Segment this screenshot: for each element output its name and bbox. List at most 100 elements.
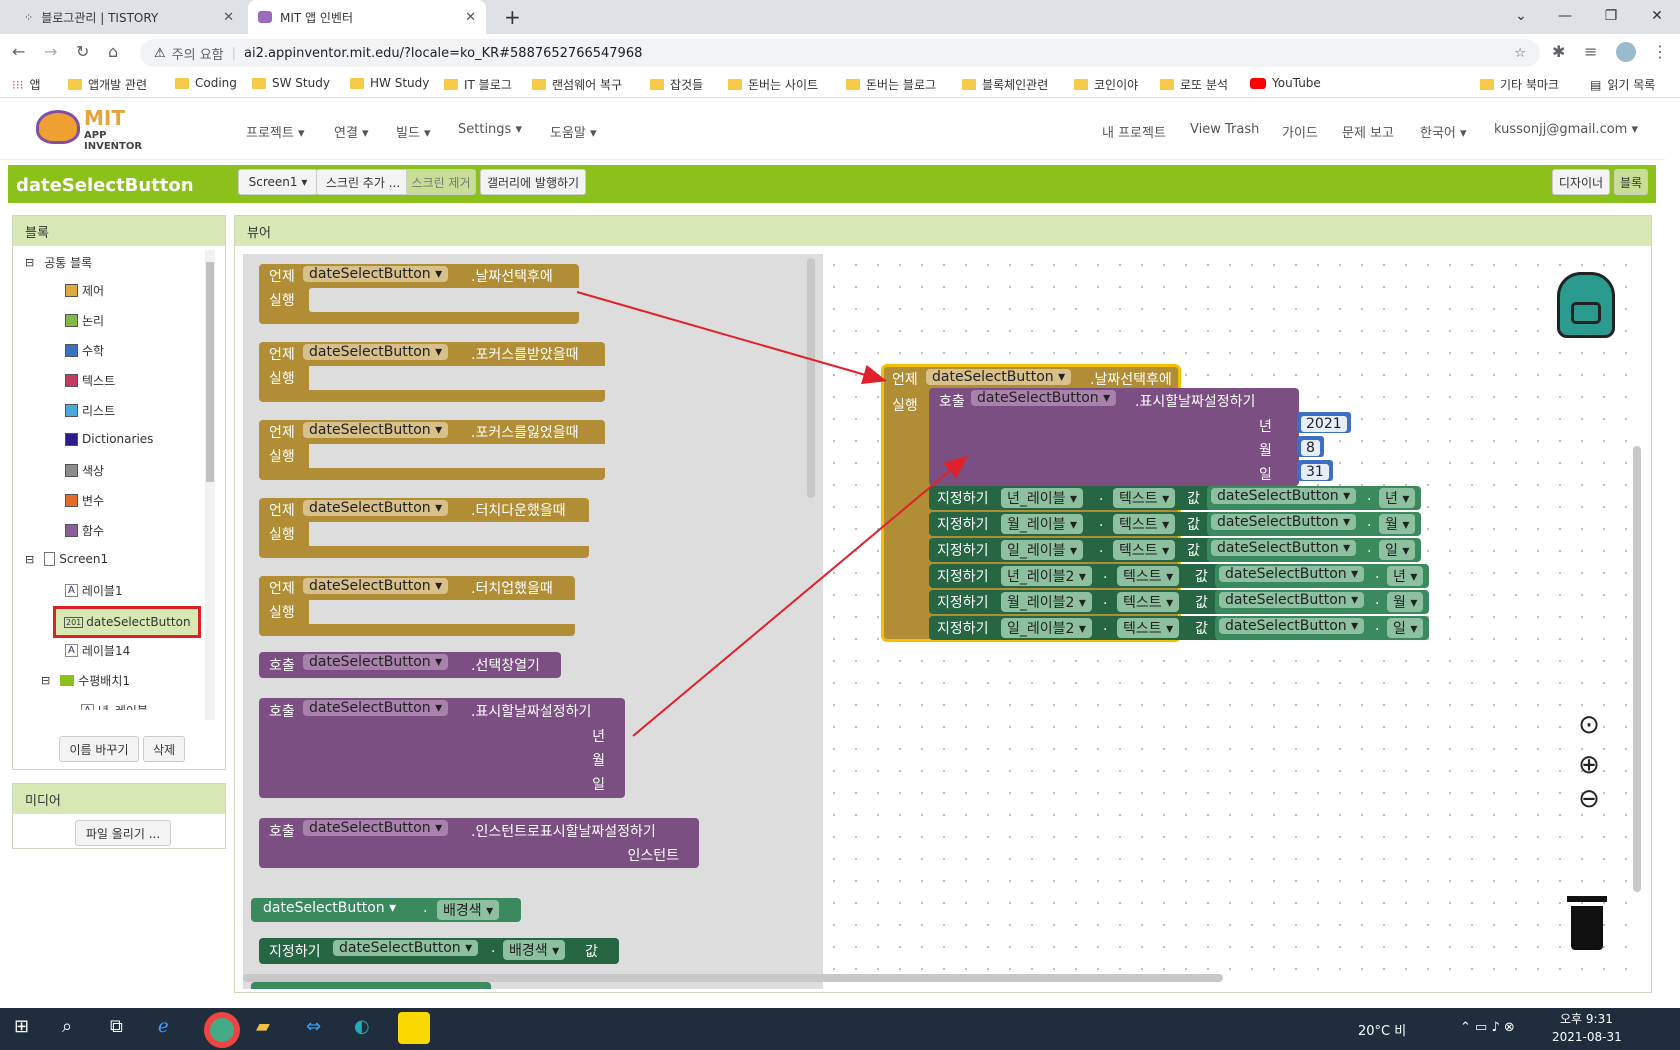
setter-bgcolor-block[interactable]: 지정하기 dateSelectButton ▾ . 배경색 ▾ 값 bbox=[259, 938, 619, 964]
collapse-icon[interactable]: ⊟ bbox=[41, 674, 50, 687]
workspace-setter-row[interactable]: 지정하기 년_레이블 ▾. 텍스트 ▾ 값 bbox=[929, 486, 1215, 510]
menu-help[interactable]: 도움말 ▾ bbox=[550, 122, 597, 141]
bookmark-reading-list[interactable]: ▤ 읽기 목록 bbox=[1590, 76, 1655, 93]
home-icon[interactable]: ⌂ bbox=[108, 42, 118, 61]
bookmark-youtube[interactable]: YouTube bbox=[1250, 76, 1321, 90]
workspace-setter-row[interactable]: 지정하기 년_레이블2 ▾. 텍스트 ▾ 값 bbox=[929, 564, 1221, 588]
address-bar[interactable]: ⚠ 주의 요함 | ai2.appinventor.mit.edu/?local… bbox=[140, 39, 1540, 67]
property-dropdown[interactable]: 텍스트 ▾ bbox=[1117, 618, 1180, 638]
workspace-setter-row[interactable]: 지정하기 일_레이블2 ▾. 텍스트 ▾ 값 bbox=[929, 616, 1221, 640]
file-explorer-icon[interactable]: ▰ bbox=[256, 1016, 270, 1037]
tab-appinventor[interactable]: MIT 앱 인벤터 ✕ bbox=[248, 0, 486, 34]
chrome-icon[interactable] bbox=[204, 1012, 240, 1048]
category-dictionaries[interactable]: Dictionaries bbox=[65, 432, 153, 446]
menu-icon[interactable]: ⋮ bbox=[1652, 42, 1668, 61]
forward-icon[interactable]: → bbox=[44, 42, 57, 61]
menu-guide[interactable]: 가이드 bbox=[1282, 122, 1318, 141]
menu-build[interactable]: 빌드 ▾ bbox=[396, 122, 431, 141]
month-number-block[interactable]: 8 bbox=[1297, 436, 1324, 457]
bookmark-folder[interactable]: 로또 분석 bbox=[1160, 76, 1228, 93]
workspace-getter-block[interactable]: dateSelectButton ▾. 일 ▾ bbox=[1215, 616, 1429, 640]
bookmark-folder[interactable]: SW Study bbox=[252, 76, 330, 90]
call-set-date-block[interactable]: 호출 dateSelectButton ▾ .표시할날짜설정하기 년 월 일 bbox=[259, 698, 625, 798]
category-variables[interactable]: 변수 bbox=[65, 492, 104, 509]
menu-project[interactable]: 프로젝트 ▾ bbox=[246, 122, 305, 141]
year-number-block[interactable]: 2021 bbox=[1297, 412, 1351, 433]
add-screen-button[interactable]: 스크린 추가 ... bbox=[316, 169, 410, 195]
rename-button[interactable]: 이름 바꾸기 bbox=[59, 736, 139, 762]
component-dropdown[interactable]: dateSelectButton ▾ bbox=[1219, 592, 1365, 608]
component-dropdown[interactable]: dateSelectButton ▾ bbox=[303, 578, 449, 594]
event-block-touch-up[interactable]: 언제 dateSelectButton ▾ .터치업했을때 실행 bbox=[259, 576, 575, 636]
component-dropdown[interactable]: dateSelectButton ▾ bbox=[971, 390, 1117, 406]
getter-field-dropdown[interactable]: 년 ▾ bbox=[1387, 566, 1424, 586]
category-procedures[interactable]: 함수 bbox=[65, 522, 104, 539]
component-dropdown[interactable]: dateSelectButton ▾ bbox=[926, 369, 1072, 385]
day-number-block[interactable]: 31 bbox=[1297, 460, 1333, 481]
tree-label1[interactable]: A 레이블1 bbox=[65, 582, 123, 599]
tree-dateselectbutton[interactable]: 201 dateSelectButton bbox=[53, 606, 201, 638]
category-math[interactable]: 수학 bbox=[65, 342, 104, 359]
designer-button[interactable]: 디자이너 bbox=[1552, 169, 1610, 195]
component-dropdown[interactable]: dateSelectButton ▾ bbox=[333, 940, 479, 956]
bookmark-folder[interactable]: 랜섬웨어 복구 bbox=[532, 76, 622, 93]
kakaotalk-icon[interactable] bbox=[398, 1012, 430, 1044]
event-block-got-focus[interactable]: 언제 dateSelectButton ▾ .포커스를받았을때 실행 bbox=[259, 342, 605, 402]
getter-field-dropdown[interactable]: 월 ▾ bbox=[1387, 592, 1424, 612]
workspace-getter-block[interactable]: dateSelectButton ▾. 월 ▾ bbox=[1207, 512, 1421, 536]
getter-partial-block[interactable] bbox=[251, 982, 491, 989]
menu-view-trash[interactable]: View Trash bbox=[1190, 122, 1259, 137]
tab-search-icon[interactable]: ⌄ bbox=[1498, 0, 1544, 32]
event-block-touch-down[interactable]: 언제 dateSelectButton ▾ .터치다운했을때 실행 bbox=[259, 498, 589, 558]
reload-icon[interactable]: ↻ bbox=[76, 42, 89, 61]
close-window-icon[interactable]: ✕ bbox=[1634, 0, 1680, 32]
teamviewer-icon[interactable]: ⇔ bbox=[306, 1016, 321, 1037]
bookmark-folder[interactable]: 돈버는 블로그 bbox=[846, 76, 936, 93]
category-logic[interactable]: 논리 bbox=[65, 312, 104, 329]
zoom-in-icon[interactable]: ⊕ bbox=[1573, 750, 1605, 780]
workspace-call-set-date[interactable]: 호출 dateSelectButton ▾ .표시할날짜설정하기 년 월 일 bbox=[929, 388, 1299, 486]
edge-icon[interactable]: ◐ bbox=[354, 1016, 370, 1037]
bookmark-folder[interactable]: HW Study bbox=[350, 76, 429, 90]
close-tab-icon[interactable]: ✕ bbox=[465, 10, 476, 25]
back-icon[interactable]: ← bbox=[12, 42, 25, 61]
call-open-picker-block[interactable]: 호출 dateSelectButton ▾ .선택창열기 bbox=[259, 652, 561, 678]
collapse-icon[interactable]: ⊟ bbox=[25, 553, 34, 566]
blocks-button[interactable]: 블록 bbox=[1614, 169, 1648, 195]
zoom-out-icon[interactable]: ⊖ bbox=[1573, 784, 1605, 814]
workspace-getter-block[interactable]: dateSelectButton ▾. 년 ▾ bbox=[1215, 564, 1429, 588]
bookmark-folder[interactable]: 코인이야 bbox=[1074, 76, 1138, 93]
component-dropdown[interactable]: dateSelectButton ▾ bbox=[1211, 488, 1357, 504]
bookmark-other[interactable]: 기타 북마크 bbox=[1480, 76, 1559, 93]
getter-field-dropdown[interactable]: 년 ▾ bbox=[1379, 488, 1416, 508]
getter-bgcolor-block[interactable]: dateSelectButton ▾ . 배경색 ▾ bbox=[251, 898, 521, 922]
tab-tistory[interactable]: ⁘ 블로그관리 | TISTORY ✕ bbox=[14, 0, 244, 34]
mit-logo[interactable]: MIT APP INVENTOR bbox=[36, 106, 166, 152]
tree-year-label[interactable]: A년_레이블 bbox=[81, 702, 148, 710]
property-dropdown[interactable]: 텍스트 ▾ bbox=[1113, 540, 1176, 560]
extensions-icon[interactable]: ✱ bbox=[1552, 42, 1565, 61]
bookmark-folder[interactable]: 블록체인관련 bbox=[962, 76, 1048, 93]
component-dropdown[interactable]: dateSelectButton ▾ bbox=[257, 900, 402, 916]
menu-connect[interactable]: 연결 ▾ bbox=[334, 122, 369, 141]
getter-field-dropdown[interactable]: 월 ▾ bbox=[1379, 514, 1416, 534]
property-dropdown[interactable]: 배경색 ▾ bbox=[503, 940, 566, 960]
workspace-setter-row[interactable]: 지정하기 월_레이블2 ▾. 텍스트 ▾ 값 bbox=[929, 590, 1221, 614]
workspace-getter-block[interactable]: dateSelectButton ▾. 년 ▾ bbox=[1207, 486, 1421, 510]
label-dropdown[interactable]: 년_레이블 ▾ bbox=[1001, 488, 1084, 508]
workspace-setter-row[interactable]: 지정하기 월_레이블 ▾. 텍스트 ▾ 값 bbox=[929, 512, 1215, 536]
component-dropdown[interactable]: dateSelectButton ▾ bbox=[1219, 566, 1365, 582]
task-view-icon[interactable]: ⧉ bbox=[110, 1016, 123, 1037]
publish-gallery-button[interactable]: 갤러리에 발행하기 bbox=[480, 169, 586, 195]
category-lists[interactable]: 리스트 bbox=[65, 402, 115, 419]
label-dropdown[interactable]: 일_레이블 ▾ bbox=[1001, 540, 1084, 560]
avatar[interactable] bbox=[1616, 42, 1636, 62]
bookmark-folder[interactable]: 잡것들 bbox=[650, 76, 703, 93]
screen-select[interactable]: Screen1 ▾ bbox=[238, 169, 318, 195]
backpack-icon[interactable] bbox=[1553, 266, 1617, 340]
maximize-icon[interactable]: ❐ bbox=[1588, 0, 1634, 32]
ie-icon[interactable]: ℯ bbox=[158, 1016, 169, 1037]
label-dropdown[interactable]: 일_레이블2 ▾ bbox=[1001, 618, 1092, 638]
bookmark-folder[interactable]: 돈버는 사이트 bbox=[728, 76, 818, 93]
tree-builtin[interactable]: ⊟ 공통 블록 bbox=[25, 254, 92, 271]
